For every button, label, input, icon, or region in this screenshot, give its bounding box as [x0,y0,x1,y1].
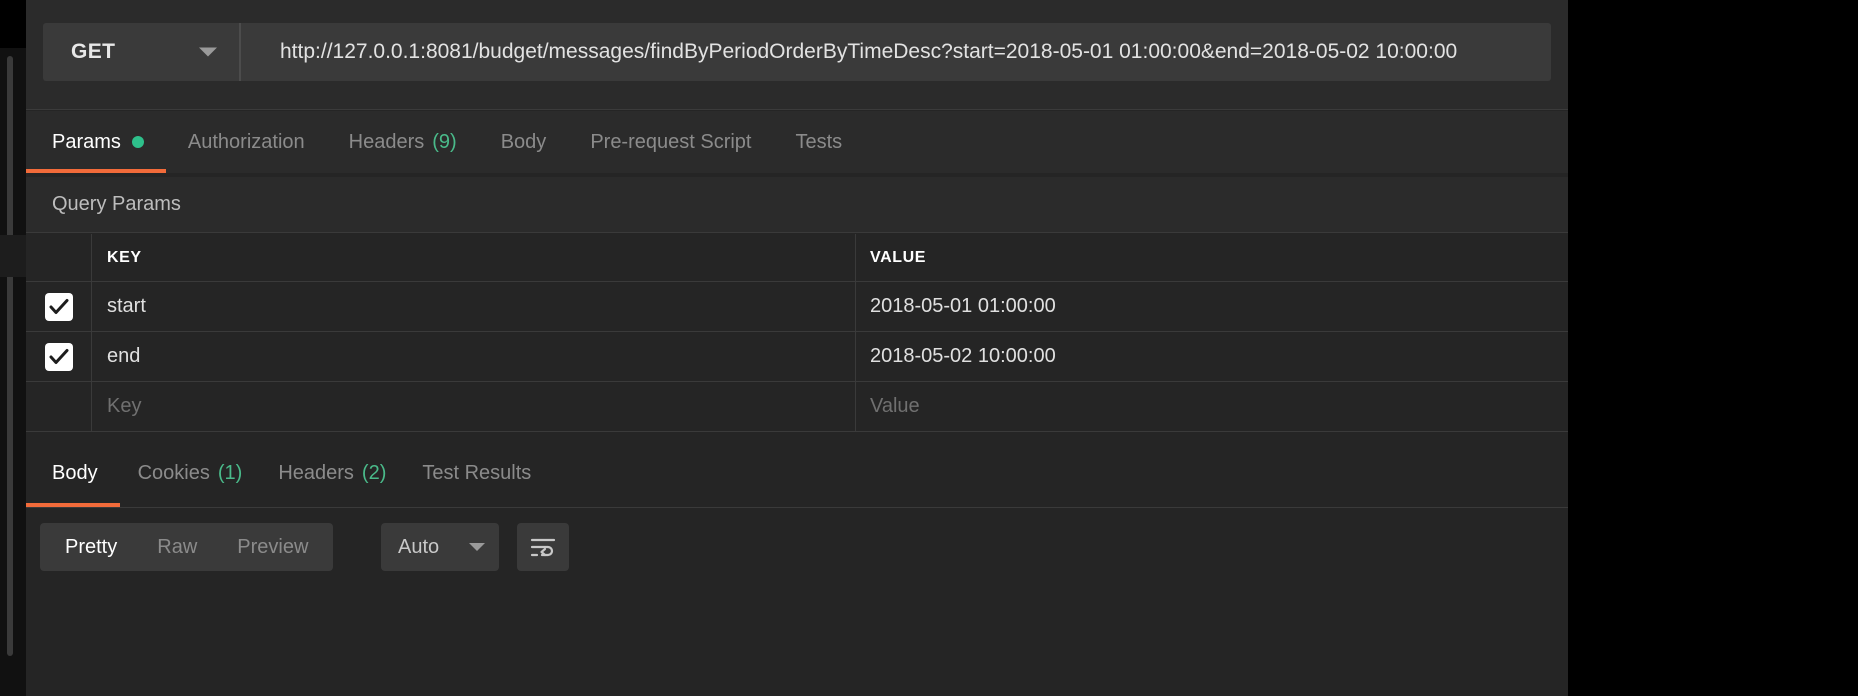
param-enabled-checkbox[interactable] [44,342,73,371]
response-tab-label: Body [52,461,98,484]
header-key-cell: KEY [92,234,856,281]
view-mode-raw[interactable]: Raw [137,523,217,571]
table-row: start 2018-05-01 01:00:00 [26,282,1568,332]
request-tab-row: Params Authorization Headers (9) Body Pre-req… [26,111,864,173]
table-header-row: KEY VALUE [26,234,1568,282]
gutter-separator [0,235,26,277]
word-wrap-icon [530,538,556,557]
table-row-empty: Key Value [26,382,1568,432]
request-tab-count: (9) [432,130,457,153]
response-tab-count: (1) [217,461,243,484]
query-params-header: Query Params [26,177,1568,233]
request-tab-label: Body [500,130,547,153]
response-tab-headers[interactable]: Headers (2) [260,439,404,507]
request-tab-pre-request-script[interactable]: Pre-request Script [568,111,773,173]
chevron-down-icon [469,543,485,551]
table-row: end 2018-05-02 10:00:00 [26,332,1568,382]
row-value-cell[interactable]: 2018-05-01 01:00:00 [856,282,1568,331]
request-tab-body[interactable]: Body [479,111,569,173]
response-body-toolbar: Pretty Raw Preview Auto [26,509,1568,696]
header-checkbox-cell [26,234,92,281]
response-tabs: Body Cookies (1) Headers (2) Test Results [26,440,1568,508]
request-tabs: Params Authorization Headers (9) Body Pre-req… [26,111,1568,173]
response-tab-count: (2) [361,461,387,484]
new-param-key-input[interactable]: Key [92,382,856,431]
request-tab-authorization[interactable]: Authorization [166,111,327,173]
row-checkbox-cell [26,332,92,381]
row-key-cell[interactable]: end [92,332,856,381]
request-tab-tests[interactable]: Tests [773,111,864,173]
main-panel: GET http://127.0.0.1:8081/budget/message… [26,0,1568,696]
new-param-value-input[interactable]: Value [856,382,1568,431]
new-param-value-placeholder: Value [870,395,920,417]
request-tab-label: Headers [348,130,425,153]
view-mode-group: Pretty Raw Preview [40,523,334,571]
check-icon [49,348,68,364]
row-checkbox-cell [26,382,92,431]
view-mode-pretty[interactable]: Pretty [40,523,137,571]
http-method-selector[interactable]: GET [43,23,239,81]
row-checkbox-cell [26,282,92,331]
request-tab-label: Params [52,130,121,153]
request-tab-label: Authorization [187,130,305,153]
unsaved-dot-icon [131,136,144,148]
request-tab-headers[interactable]: Headers (9) [327,111,479,173]
postman-request-pane: GET http://127.0.0.1:8081/budget/message… [0,0,1858,696]
response-tab-label: Headers [278,461,354,484]
left-gutter [0,0,26,696]
response-tab-test-results[interactable]: Test Results [404,439,549,507]
query-params-table: KEY VALUE start 2018-05-01 01:00:00 end … [26,234,1568,432]
row-value-cell[interactable]: 2018-05-02 10:00:00 [856,332,1568,381]
param-key: start [107,295,146,317]
response-tab-cookies[interactable]: Cookies (1) [120,439,261,507]
format-selector[interactable]: Auto [381,523,499,571]
response-tab-label: Cookies [137,461,210,484]
url-text: http://127.0.0.1:8081/budget/messages/fi… [280,40,1458,63]
word-wrap-button[interactable] [517,523,569,571]
response-tab-label: Test Results [422,461,532,484]
request-tab-params[interactable]: Params [26,111,166,173]
format-selected-label: Auto [398,535,440,558]
chevron-down-icon [199,47,217,57]
url-input[interactable]: http://127.0.0.1:8081/budget/messages/fi… [241,23,1551,81]
request-tab-label: Pre-request Script [590,130,752,153]
param-value: 2018-05-01 01:00:00 [870,295,1056,317]
response-tab-row: Body Cookies (1) Headers (2) Test Results [26,439,549,507]
url-bar: GET http://127.0.0.1:8081/budget/message… [26,0,1568,110]
response-tab-body[interactable]: Body [26,439,120,507]
param-value: 2018-05-02 10:00:00 [870,345,1056,367]
check-icon [49,298,68,314]
column-header-key: KEY [107,248,142,266]
new-param-key-placeholder: Key [107,395,142,417]
right-empty-area [1568,0,1858,696]
active-tab-underline [26,169,166,173]
header-value-cell: VALUE [856,234,1568,281]
gutter-top-filler [0,0,26,48]
query-params-title: Query Params [52,193,181,215]
param-enabled-checkbox[interactable] [44,292,73,321]
param-key: end [107,345,141,367]
request-tab-label: Tests [795,130,843,153]
view-mode-preview[interactable]: Preview [217,523,333,571]
active-response-tab-underline [26,503,120,507]
http-method-label: GET [71,40,116,63]
row-key-cell[interactable]: start [92,282,856,331]
vertical-scrollbar[interactable] [7,56,13,656]
column-header-value: VALUE [870,248,927,266]
